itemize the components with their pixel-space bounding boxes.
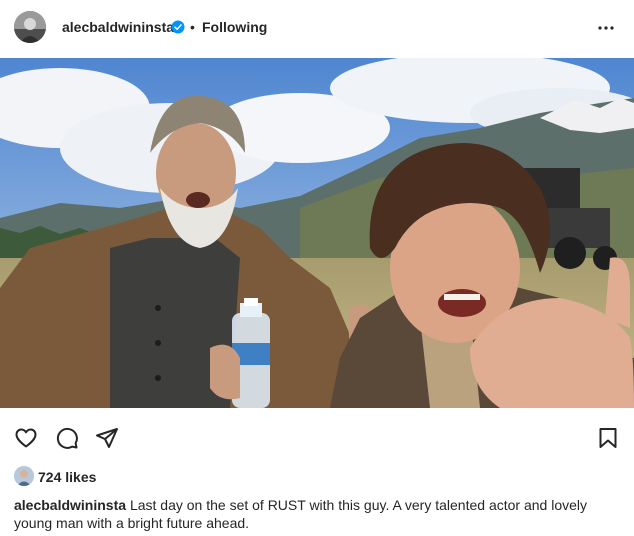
profile-avatar[interactable] [14,11,46,43]
heart-icon[interactable] [14,426,38,450]
share-icon[interactable] [95,426,119,450]
post-username[interactable]: alecbaldwininsta [62,18,174,36]
bookmark-icon[interactable] [596,426,620,450]
likes-row: 724 likes [0,462,634,492]
more-options-icon[interactable] [594,16,618,40]
following-button[interactable]: Following [202,18,267,36]
instagram-post: alecbaldwininsta • Following 724 likes a… [0,0,634,536]
post-caption: alecbaldwininsta Last day on the set of … [14,496,614,532]
verified-badge-icon [171,20,185,34]
liker-avatar[interactable] [14,466,34,486]
caption-username[interactable]: alecbaldwininsta [14,497,126,513]
post-actions-bar [0,420,634,456]
post-photo[interactable] [0,58,634,408]
header-separator: • [190,19,195,35]
likes-count[interactable]: 724 likes [38,469,96,485]
comment-icon[interactable] [55,426,79,450]
post-header: alecbaldwininsta • Following [0,0,634,56]
